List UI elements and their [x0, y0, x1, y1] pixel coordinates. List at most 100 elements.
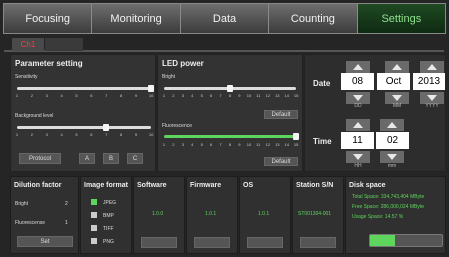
- tick-label: 2: [30, 132, 33, 137]
- bmp-radio[interactable]: [91, 212, 97, 218]
- dilution-fluor-value[interactable]: 1: [65, 220, 68, 226]
- tick-label: 9: [238, 142, 241, 147]
- png-radio[interactable]: [91, 238, 97, 244]
- sensitivity-slider[interactable]: [17, 85, 154, 92]
- minute-down-button[interactable]: [380, 151, 404, 163]
- bright-default-button[interactable]: Default: [264, 110, 298, 119]
- tick-label: 1: [15, 132, 19, 137]
- dilution-set-button[interactable]: Set: [17, 236, 73, 247]
- tick-label: 11: [256, 142, 261, 147]
- tick-label: 5: [75, 132, 78, 137]
- tick-label: 9: [134, 132, 138, 137]
- channel-tab[interactable]: Ch1: [12, 38, 44, 51]
- jpeg-radio[interactable]: [91, 199, 97, 205]
- tab-counting[interactable]: Counting: [269, 4, 358, 33]
- arrow-up-icon: [353, 64, 363, 70]
- tick-label: 7: [219, 142, 222, 147]
- tick-label: 13: [275, 93, 280, 98]
- arrow-down-icon: [427, 95, 437, 101]
- tick-label: 9: [238, 93, 241, 98]
- image-format-panel: Image format JPEG BMP TIFF PNG: [80, 176, 132, 254]
- tick-label: 5: [200, 93, 203, 98]
- dilution-bright-value[interactable]: 2: [65, 201, 68, 207]
- day-field[interactable]: 08: [341, 73, 374, 90]
- firmware-panel: Firmware 1.0.1: [186, 176, 238, 254]
- protocol-c-button[interactable]: C: [127, 153, 143, 164]
- hour-up-button[interactable]: [346, 119, 370, 131]
- tick-label: 6: [209, 93, 213, 98]
- fluorescence-knob[interactable]: [293, 133, 299, 140]
- background-slider[interactable]: [17, 124, 151, 131]
- tab-data[interactable]: Data: [181, 4, 270, 33]
- station-panel: Station S/N ST001304-001: [292, 176, 344, 254]
- arrow-up-icon: [353, 122, 363, 128]
- month-up-button[interactable]: [385, 61, 409, 73]
- year-field[interactable]: 2013: [413, 73, 445, 90]
- led-title: LED power: [162, 59, 204, 68]
- tab-settings[interactable]: Settings: [357, 4, 446, 33]
- dilution-title: Dilution factor: [14, 182, 62, 189]
- protocol-button[interactable]: Protocol: [19, 153, 61, 164]
- protocol-b-button[interactable]: B: [103, 153, 119, 164]
- sensitivity-knob[interactable]: [148, 85, 154, 92]
- tick-label: 8: [228, 93, 232, 98]
- hour-field[interactable]: 11: [341, 132, 374, 149]
- fluorescence-default-button[interactable]: Default: [264, 157, 298, 166]
- tick-label: 4: [60, 132, 63, 137]
- year-up-button[interactable]: [420, 61, 444, 73]
- tick-label: 9: [134, 93, 138, 98]
- led-panel: LED power Bright 1 2 3 4 5 6 7 8 9 10 11 12 13 14 15 D…: [157, 54, 303, 172]
- software-title: Software: [137, 182, 167, 189]
- image-format-title: Image format: [84, 182, 128, 189]
- software-update-button[interactable]: [141, 237, 177, 248]
- date-label: Date: [313, 79, 331, 88]
- channel-tab-empty[interactable]: [45, 38, 83, 51]
- png-label: PNG: [103, 239, 114, 245]
- tick-label: 3: [181, 93, 184, 98]
- tab-focusing[interactable]: Focusing: [4, 4, 93, 33]
- tab-monitoring[interactable]: Monitoring: [92, 4, 181, 33]
- os-update-button[interactable]: [247, 237, 283, 248]
- bright-knob[interactable]: [227, 85, 233, 92]
- settings-screen: Focusing Monitoring Data Counting Settin…: [0, 0, 449, 257]
- parameter-title: Parameter setting: [15, 59, 83, 68]
- tick-label: 15: [293, 142, 299, 147]
- tick-label: 13: [275, 142, 280, 147]
- bmp-label: BMP: [103, 213, 114, 219]
- disk-usage-bar: [369, 234, 443, 247]
- channel-bar: Ch1: [4, 38, 444, 52]
- fluorescence-slider[interactable]: [164, 133, 299, 140]
- tick-label: 7: [105, 132, 108, 137]
- arrow-down-icon: [353, 95, 363, 101]
- disk-total: Total Space: 334,743,404 MByte: [352, 194, 425, 200]
- arrow-down-icon: [353, 154, 363, 160]
- month-field[interactable]: Oct: [377, 73, 410, 90]
- day-up-button[interactable]: [346, 61, 370, 73]
- tick-label: 6: [90, 93, 93, 98]
- hour-down-button[interactable]: [346, 151, 370, 163]
- tick-label: 5: [75, 93, 78, 98]
- firmware-title: Firmware: [190, 182, 222, 189]
- protocol-a-button[interactable]: A: [79, 153, 95, 164]
- minute-up-button[interactable]: [380, 119, 404, 131]
- tick-label: 2: [172, 142, 175, 147]
- minute-field[interactable]: 02: [376, 132, 409, 149]
- tick-label: 1: [162, 142, 166, 147]
- station-button[interactable]: [300, 237, 336, 248]
- sensitivity-ticks: 1 2 3 4 5 6 7 8 9 10: [15, 93, 153, 98]
- software-panel: Software 1.0.0: [133, 176, 185, 254]
- os-version: 1.0.1: [258, 211, 270, 217]
- arrow-up-icon: [387, 122, 397, 128]
- tick-label: 14: [284, 93, 289, 98]
- bright-slider[interactable]: [164, 85, 296, 92]
- dilution-panel: Dilution factor Bright 2 Fluorescense 1 …: [10, 176, 79, 254]
- tiff-radio[interactable]: [91, 225, 97, 231]
- jpeg-label: JPEG: [103, 200, 117, 206]
- background-knob[interactable]: [103, 124, 110, 131]
- parameter-panel: Parameter setting Sensitivity 1234567891…: [10, 54, 156, 172]
- month-unit: MM: [392, 103, 402, 109]
- firmware-update-button[interactable]: [194, 237, 230, 248]
- tick-label: 3: [45, 93, 48, 98]
- tick-label: 12: [265, 142, 271, 147]
- tick-label: 14: [284, 142, 289, 147]
